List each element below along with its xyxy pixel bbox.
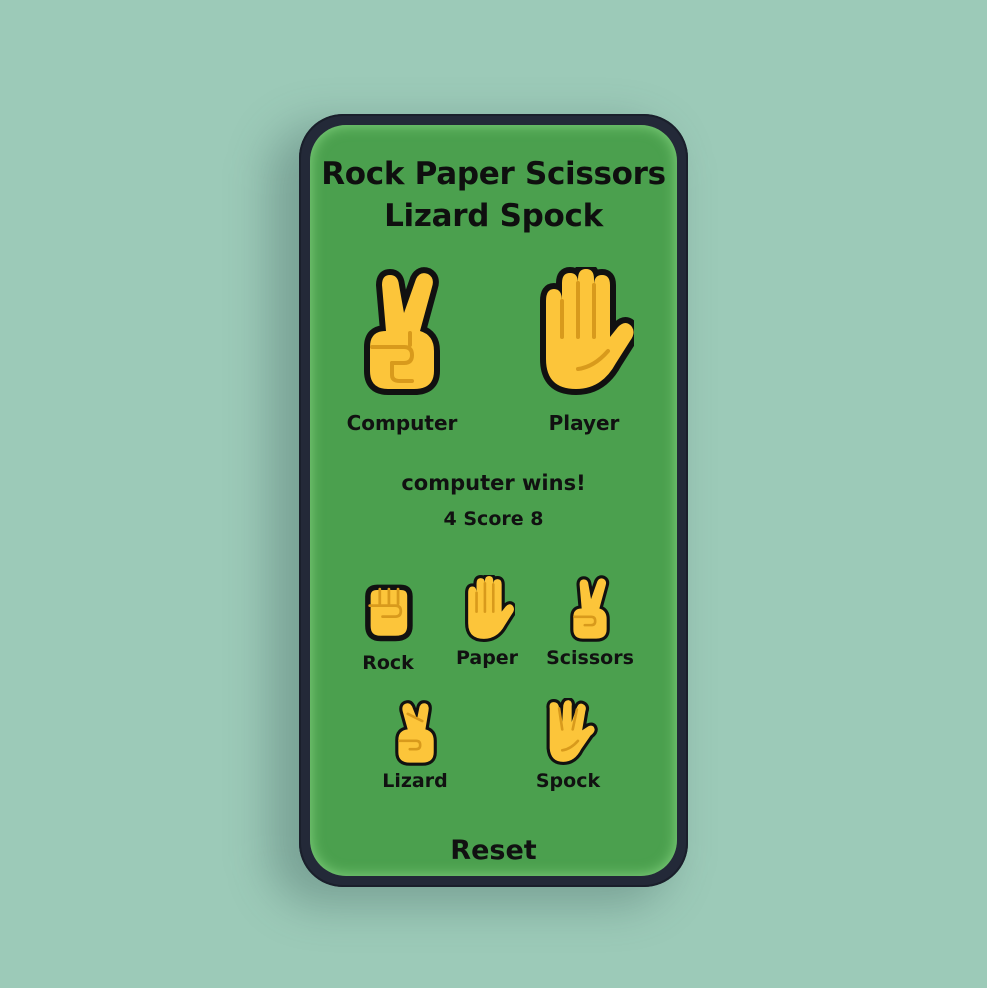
reset-button[interactable]: Reset xyxy=(310,835,677,866)
game-title: Rock Paper Scissors Lizard Spock xyxy=(310,153,677,237)
computer-choice-victory-hand-icon xyxy=(364,267,440,395)
vulcan-salute-icon xyxy=(546,698,598,765)
choice-rock-label: Rock xyxy=(362,652,414,674)
player-label: Player xyxy=(548,411,620,435)
choice-spock-button[interactable]: Spock xyxy=(513,698,623,792)
choice-spock-label: Spock xyxy=(535,770,601,792)
title-line-1: Rock Paper Scissors xyxy=(321,156,666,192)
choice-scissors-button[interactable]: Scissors xyxy=(535,575,645,669)
choice-rock-button[interactable]: Rock xyxy=(333,580,443,674)
choice-paper-label: Paper xyxy=(455,647,519,669)
score-display: 4 Score 8 xyxy=(443,508,544,530)
phone-frame: Rock Paper Scissors Lizard Spock Compute… xyxy=(299,114,688,887)
result-message: computer wins! xyxy=(401,471,586,495)
raised-hand-icon xyxy=(465,575,515,642)
choice-paper-button[interactable]: Paper xyxy=(432,575,542,669)
choice-lizard-button[interactable]: Lizard xyxy=(360,698,470,792)
title-line-2: Lizard Spock xyxy=(384,198,603,234)
victory-hand-icon xyxy=(570,575,610,642)
computer-label: Computer xyxy=(346,411,458,435)
player-choice-raised-hand-icon xyxy=(540,267,634,395)
choice-scissors-label: Scissors xyxy=(546,647,634,669)
game-screen: Rock Paper Scissors Lizard Spock Compute… xyxy=(310,125,677,876)
choice-lizard-label: Lizard xyxy=(382,770,448,792)
crossed-fingers-icon xyxy=(395,700,437,766)
fist-icon xyxy=(365,584,413,642)
